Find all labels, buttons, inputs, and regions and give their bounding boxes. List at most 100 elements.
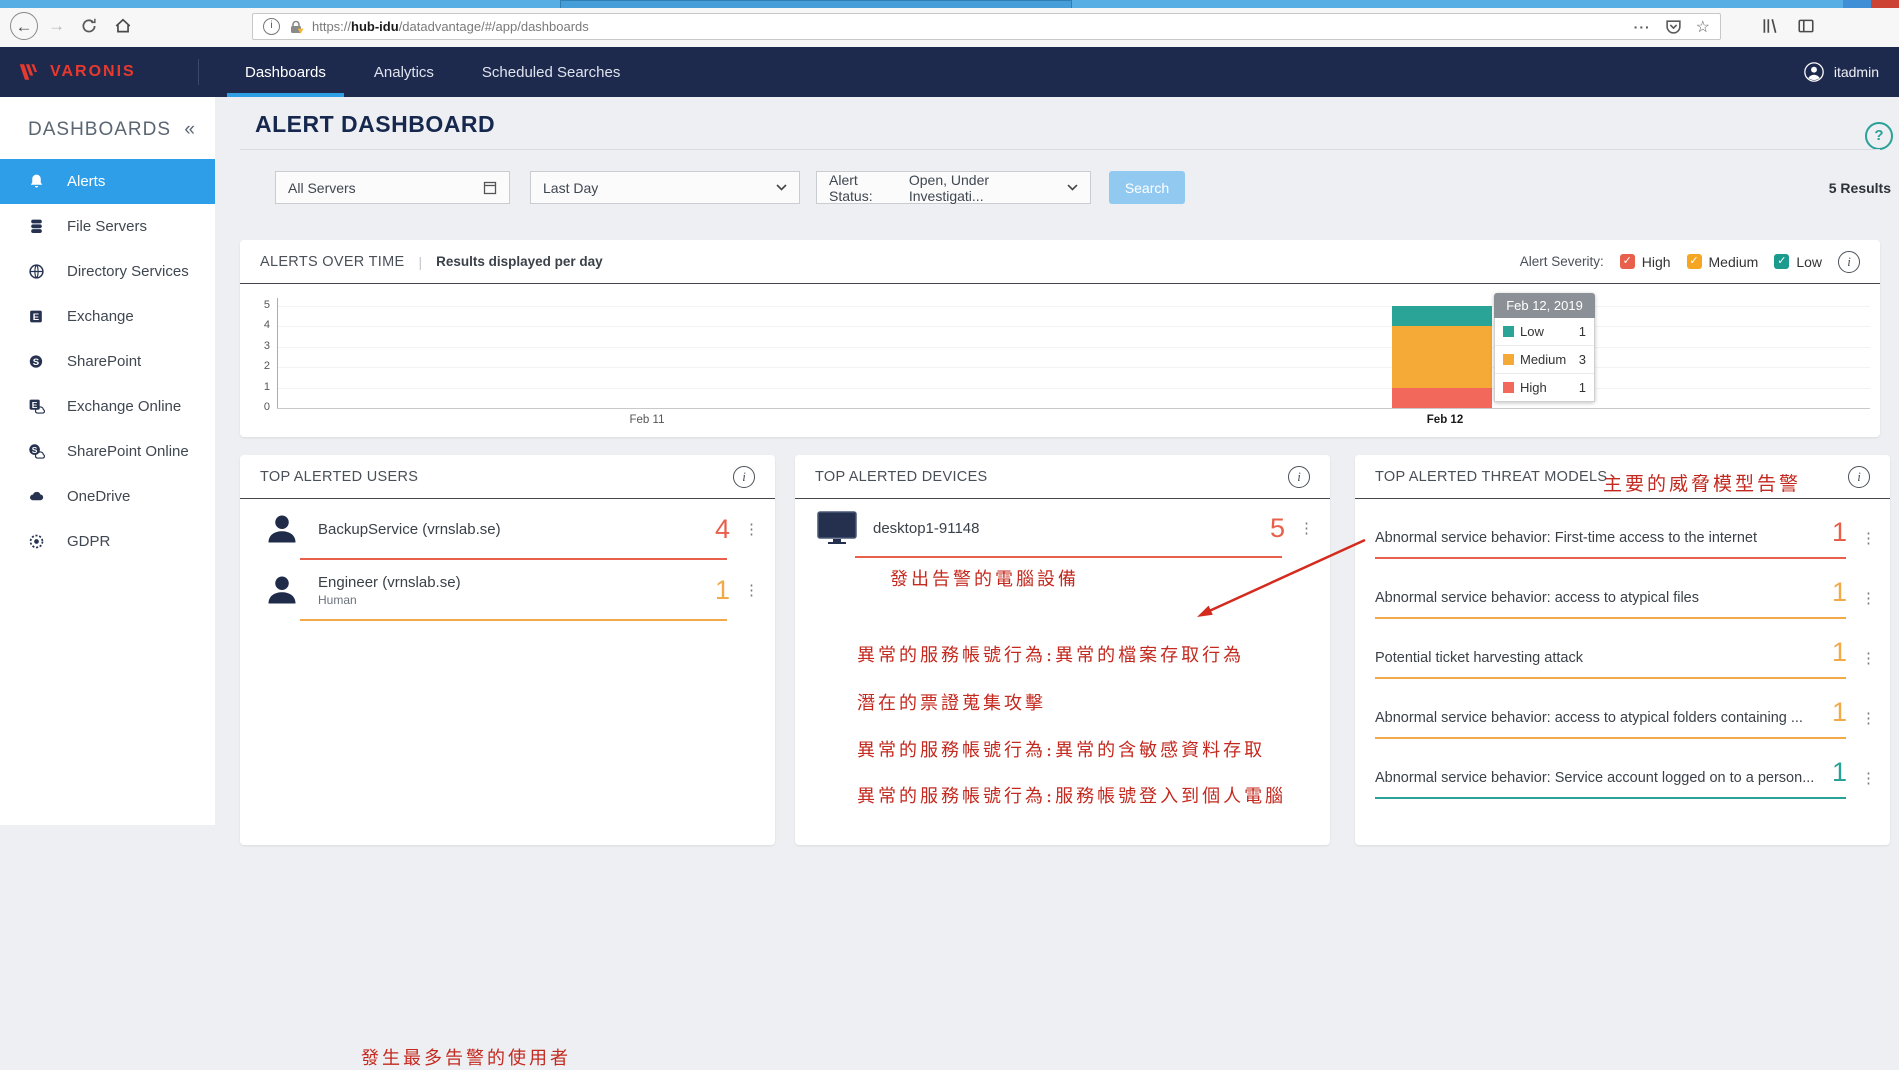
- threat-row[interactable]: Abnormal service behavior: access to aty…: [1355, 559, 1890, 619]
- sidebar-item-gdpr[interactable]: GDPR: [0, 519, 215, 564]
- high-swatch-icon: [1503, 382, 1514, 393]
- alert-count: 1: [1832, 639, 1847, 666]
- avatar-icon: [1803, 61, 1825, 83]
- refresh-icon[interactable]: [80, 17, 98, 35]
- onedrive-icon: [28, 488, 45, 505]
- user-icon: [262, 511, 302, 547]
- svg-text:E: E: [33, 312, 39, 323]
- y-tick: 0: [244, 401, 270, 413]
- sidebar-item-directory-services[interactable]: Directory Services: [0, 249, 215, 294]
- kebab-menu-icon[interactable]: ⋮: [1861, 651, 1876, 666]
- annotation-translation-line: 異常的服務帳號行為:服務帳號登入到個人電腦: [857, 782, 1286, 808]
- bar-segment-high: [1392, 388, 1492, 408]
- alert-count: 1: [1832, 759, 1847, 786]
- user-row[interactable]: BackupService (vrnslab.se) 4 ⋮: [240, 499, 775, 560]
- annotation-users-note: 發生最多告警的使用者: [361, 1044, 571, 1070]
- varonis-logo-text: VARONIS: [50, 63, 136, 81]
- user-row[interactable]: Engineer (vrnslab.se)Human 1 ⋮: [240, 560, 775, 621]
- pocket-icon[interactable]: [1665, 18, 1682, 35]
- alerts-over-time-subtitle: Results displayed per day: [436, 254, 603, 269]
- tab-scheduled-searches[interactable]: Scheduled Searches: [458, 47, 644, 97]
- sidebar-item-alerts[interactable]: Alerts: [0, 159, 215, 204]
- window-minimize-button[interactable]: [1843, 0, 1871, 8]
- library-icon[interactable]: [1761, 17, 1779, 35]
- varonis-logo-icon: [18, 62, 44, 82]
- time-range-dropdown[interactable]: Last Day: [530, 171, 800, 204]
- sharepoint-online-icon: S: [28, 443, 45, 460]
- kebab-menu-icon[interactable]: ⋮: [1861, 771, 1876, 786]
- y-axis-line: [277, 298, 278, 408]
- y-tick: 3: [244, 340, 270, 352]
- database-icon: [28, 218, 45, 235]
- y-tick: 4: [244, 319, 270, 331]
- help-icon[interactable]: ?: [1865, 122, 1893, 150]
- annotation-translation-line: 潛在的票證蒐集攻擊: [857, 689, 1046, 715]
- severity-underline: [300, 619, 727, 621]
- sidebar-collapse-icon[interactable]: «: [184, 119, 201, 141]
- severity-checkbox-medium[interactable]: ✓Medium: [1687, 254, 1759, 270]
- info-icon[interactable]: i: [1288, 466, 1310, 488]
- sidebar-item-sharepoint[interactable]: S SharePoint: [0, 339, 215, 384]
- url-bar[interactable]: i https://hub-idu/datadvantage/#/app/das…: [252, 13, 1721, 40]
- user-name: itadmin: [1834, 64, 1879, 80]
- main-content: ALERT DASHBOARD ? All Servers Last Day A…: [215, 97, 1899, 825]
- tab-analytics[interactable]: Analytics: [350, 47, 458, 97]
- gdpr-icon: [28, 533, 45, 550]
- info-icon[interactable]: i: [1838, 251, 1860, 273]
- bookmark-star-icon[interactable]: ☆: [1696, 17, 1710, 37]
- threat-row[interactable]: Abnormal service behavior: access to aty…: [1355, 679, 1890, 739]
- svg-text:S: S: [33, 357, 39, 368]
- alert-status-dropdown[interactable]: Alert Status: Open, Under Investigati...: [816, 171, 1091, 204]
- stacked-bar-feb12[interactable]: [1392, 306, 1492, 408]
- sidebar-toggle-icon[interactable]: [1797, 17, 1815, 35]
- threat-row[interactable]: Potential ticket harvesting attack 1 ⋮: [1355, 619, 1890, 679]
- sidebar-item-sharepoint-online[interactable]: S SharePoint Online: [0, 429, 215, 474]
- search-button[interactable]: Search: [1109, 171, 1185, 204]
- alert-count: 1: [1832, 699, 1847, 726]
- back-icon[interactable]: ←: [10, 12, 38, 40]
- tab-dashboards[interactable]: Dashboards: [221, 47, 350, 97]
- kebab-menu-icon[interactable]: ⋮: [1861, 591, 1876, 606]
- threat-row[interactable]: Abnormal service behavior: First-time ac…: [1355, 499, 1890, 559]
- device-row[interactable]: desktop1-91148 5 ⋮: [795, 499, 1330, 558]
- kebab-menu-icon[interactable]: ⋮: [744, 522, 759, 537]
- exchange-online-icon: E: [28, 398, 45, 415]
- kebab-menu-icon[interactable]: ⋮: [1861, 711, 1876, 726]
- sidebar-item-exchange[interactable]: E Exchange: [0, 294, 215, 339]
- sidebar-title: DASHBOARDS: [28, 119, 184, 141]
- top-alerted-threat-models-panel: TOP ALERTED THREAT MODELS i 主要的威脅模型告警 Ab…: [1355, 455, 1890, 845]
- tooltip-date: Feb 12, 2019: [1494, 293, 1595, 318]
- sidebar-item-onedrive[interactable]: OneDrive: [0, 474, 215, 519]
- sidebar-item-file-servers[interactable]: File Servers: [0, 204, 215, 249]
- severity-checkbox-high[interactable]: ✓High: [1620, 254, 1671, 270]
- top-alerted-devices-panel: TOP ALERTED DEVICES i desktop1-91148 5 ⋮…: [795, 455, 1330, 845]
- page-info-icon[interactable]: i: [263, 18, 280, 35]
- severity-checkbox-low[interactable]: ✓Low: [1774, 254, 1822, 270]
- window-title-strip: [0, 0, 1899, 8]
- info-icon[interactable]: i: [733, 466, 755, 488]
- sidebar-item-exchange-online[interactable]: E Exchange Online: [0, 384, 215, 429]
- bell-icon: [28, 173, 45, 190]
- page-actions-icon[interactable]: ···: [1634, 19, 1651, 35]
- chart-tooltip: Feb 12, 2019 Low1 Medium3 High1: [1494, 293, 1595, 402]
- window-close-button[interactable]: [1871, 0, 1899, 8]
- monitor-icon: [817, 511, 857, 545]
- kebab-menu-icon[interactable]: ⋮: [744, 583, 759, 598]
- kebab-menu-icon[interactable]: ⋮: [1299, 521, 1314, 536]
- lock-warning-icon[interactable]: [288, 19, 304, 35]
- severity-underline: [855, 556, 1282, 558]
- y-tick: 5: [244, 299, 270, 311]
- medium-swatch-icon: [1503, 354, 1514, 365]
- home-icon[interactable]: [114, 17, 132, 35]
- x-label-feb12: Feb 12: [1400, 414, 1490, 426]
- forward-icon[interactable]: →: [48, 17, 66, 35]
- panel-title: TOP ALERTED USERS: [260, 469, 418, 485]
- panel-title: TOP ALERTED THREAT MODELS: [1375, 469, 1607, 485]
- kebab-menu-icon[interactable]: ⋮: [1861, 531, 1876, 546]
- user-menu[interactable]: itadmin: [1803, 47, 1899, 97]
- window-tab: [560, 0, 1072, 8]
- servers-filter-dropdown[interactable]: All Servers: [275, 171, 510, 204]
- info-icon[interactable]: i: [1848, 466, 1870, 488]
- tooltip-row-medium: Medium3: [1495, 345, 1594, 373]
- threat-row[interactable]: Abnormal service behavior: Service accou…: [1355, 739, 1890, 799]
